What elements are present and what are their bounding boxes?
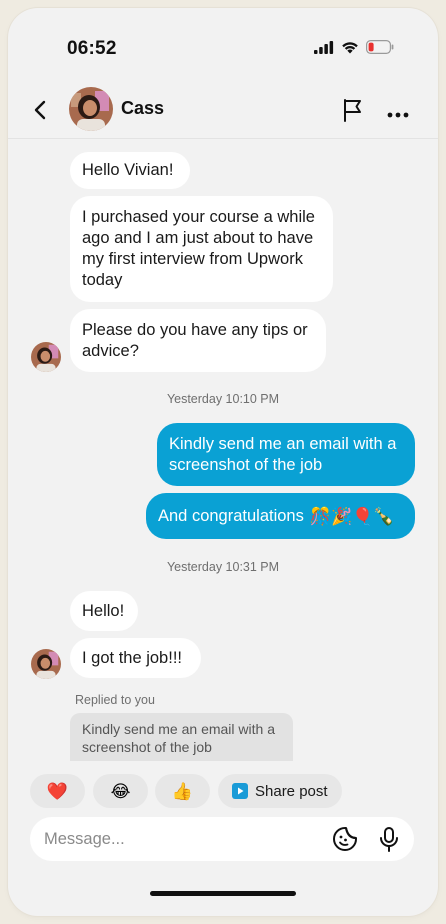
- microphone-icon: [380, 827, 398, 852]
- replied-label: Replied to you: [75, 693, 155, 707]
- reply-quote[interactable]: Kindly send me an email with a screensho…: [70, 713, 293, 761]
- reaction-heart-button[interactable]: ❤️: [30, 774, 85, 808]
- home-indicator[interactable]: [150, 891, 296, 896]
- contact-avatar-small[interactable]: [31, 342, 61, 372]
- message-incoming[interactable]: Please do you have any tips or advice?: [70, 309, 326, 372]
- battery-low-icon: [366, 40, 394, 54]
- message-incoming[interactable]: I purchased your course a while ago and …: [70, 196, 333, 302]
- chat-header: Cass: [8, 80, 438, 139]
- reaction-thumbs-up-button[interactable]: 👍: [155, 774, 210, 808]
- status-bar: 06:52: [8, 8, 438, 80]
- message-text: Hello!: [82, 601, 125, 620]
- message-incoming[interactable]: Hello!: [70, 591, 138, 631]
- message-incoming[interactable]: Hello Vivian!: [70, 152, 190, 189]
- status-icons: [314, 40, 394, 54]
- reaction-joy-button[interactable]: 😂: [93, 774, 148, 808]
- report-flag-button[interactable]: [341, 97, 365, 123]
- message-text: I got the job!!!: [82, 648, 182, 667]
- more-horizontal-icon: [387, 112, 409, 118]
- cellular-signal-icon: [314, 40, 334, 54]
- message-text: I purchased your course a while ago and …: [82, 208, 315, 289]
- message-text: Please do you have any tips or advice?: [82, 320, 308, 360]
- message-text: And congratulations: [158, 506, 304, 525]
- contact-name[interactable]: Cass: [121, 98, 164, 119]
- message-timestamp: Yesterday 10:31 PM: [166, 560, 280, 574]
- sticker-button[interactable]: [332, 826, 358, 852]
- chevron-left-icon: [34, 100, 46, 120]
- message-composer: [30, 817, 414, 861]
- status-time: 06:52: [67, 38, 117, 59]
- microphone-button[interactable]: [377, 826, 401, 853]
- avatar-image-icon: [69, 87, 113, 131]
- laughing-face-icon: 😂: [110, 781, 131, 801]
- sticker-icon: [333, 827, 357, 851]
- message-outgoing[interactable]: And congratulations 🎊🎉🎈🍾: [146, 493, 415, 539]
- wifi-icon: [342, 41, 358, 53]
- message-outgoing[interactable]: Kindly send me an email with a screensho…: [157, 423, 415, 486]
- message-timestamp: Yesterday 10:10 PM: [166, 392, 280, 406]
- message-text: Hello Vivian!: [82, 161, 174, 179]
- message-input[interactable]: [44, 817, 314, 861]
- share-post-label: Share post: [255, 782, 328, 800]
- avatar-image-icon: [31, 342, 61, 372]
- contact-avatar[interactable]: [69, 87, 113, 131]
- message-text: Kindly send me an email with a screensho…: [169, 434, 397, 474]
- avatar-image-icon: [31, 649, 61, 679]
- message-incoming[interactable]: I got the job!!!: [70, 638, 201, 678]
- phone-screen: 06:52 Cass Hello Vivian! I purchased you…: [8, 8, 438, 916]
- thumbs-up-icon: 👍: [171, 781, 194, 801]
- flag-icon: [344, 99, 361, 122]
- heart-icon: ❤️: [46, 781, 69, 801]
- back-button[interactable]: [30, 98, 52, 122]
- play-square-icon: [232, 783, 248, 799]
- celebration-emojis: 🎊🎉🎈🍾: [309, 506, 395, 526]
- more-options-button[interactable]: [387, 106, 409, 118]
- contact-avatar-small[interactable]: [31, 649, 61, 679]
- share-post-button[interactable]: Share post: [218, 774, 342, 808]
